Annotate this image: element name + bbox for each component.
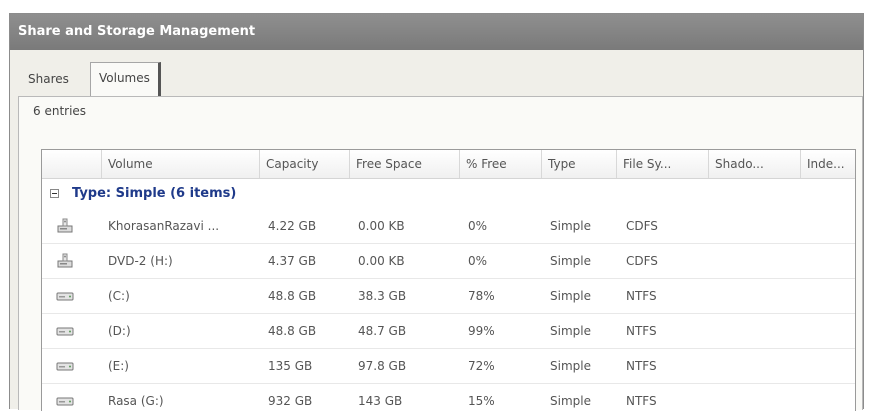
cell-free-space: 0.00 KB	[358, 219, 405, 233]
column-header-percent-free[interactable]: % Free	[460, 150, 542, 178]
group-label: Type: Simple (6 items)	[72, 186, 237, 201]
cell-type: Simple	[550, 254, 591, 268]
cell-type: Simple	[550, 359, 591, 373]
collapse-toggle-icon[interactable]	[50, 189, 59, 198]
share-storage-window: Share and Storage Management Shares Volu…	[9, 13, 864, 411]
table-row[interactable]: (E:) 135 GB 97.8 GB 72% Simple NTFS	[42, 349, 855, 384]
table-row[interactable]: Rasa (G:) 932 GB 143 GB 15% Simple NTFS	[42, 384, 855, 411]
column-header-indexing[interactable]: Inde...	[801, 150, 855, 178]
tab-shares[interactable]: Shares	[22, 66, 75, 94]
cell-capacity: 135 GB	[268, 359, 313, 373]
cell-capacity: 4.37 GB	[268, 254, 317, 268]
cell-file-system: NTFS	[626, 324, 657, 338]
volumes-panel: 6 entries Volume Capacity Free Space % F…	[18, 96, 863, 411]
cell-percent-free: 0%	[468, 254, 488, 268]
list-header: Volume Capacity Free Space % Free Type F…	[42, 150, 855, 179]
cell-capacity: 48.8 GB	[268, 324, 317, 338]
cell-volume: Rasa (G:)	[108, 394, 164, 408]
table-row[interactable]: (D:) 48.8 GB 48.7 GB 99% Simple NTFS	[42, 314, 855, 349]
cell-type: Simple	[550, 394, 591, 408]
cell-free-space: 143 GB	[358, 394, 403, 408]
table-row[interactable]: KhorasanRazavi ... 4.22 GB 0.00 KB 0% Simple…	[42, 209, 855, 244]
cell-type: Simple	[550, 289, 591, 303]
cell-volume: (C:)	[108, 289, 130, 303]
cell-file-system: NTFS	[626, 289, 657, 303]
column-header-shadow-copies[interactable]: Shado...	[709, 150, 801, 178]
cell-free-space: 0.00 KB	[358, 254, 405, 268]
hard-drive-icon	[56, 358, 74, 374]
cell-capacity: 4.22 GB	[268, 219, 317, 233]
cell-type: Simple	[550, 324, 591, 338]
table-row[interactable]: (C:) 48.8 GB 38.3 GB 78% Simple NTFS	[42, 279, 855, 314]
cell-volume: DVD-2 (H:)	[108, 254, 173, 268]
column-header-capacity[interactable]: Capacity	[260, 150, 350, 178]
cell-free-space: 97.8 GB	[358, 359, 407, 373]
cell-capacity: 48.8 GB	[268, 289, 317, 303]
cell-percent-free: 0%	[468, 219, 488, 233]
cell-file-system: NTFS	[626, 359, 657, 373]
cdrom-drive-icon	[56, 253, 74, 269]
cell-type: Simple	[550, 219, 591, 233]
hard-drive-icon	[56, 393, 74, 409]
cell-percent-free: 72%	[468, 359, 495, 373]
table-row[interactable]: DVD-2 (H:) 4.37 GB 0.00 KB 0% Simple CDFS	[42, 244, 855, 279]
cell-file-system: CDFS	[626, 254, 658, 268]
column-header-volume[interactable]: Volume	[102, 150, 260, 178]
cell-free-space: 48.7 GB	[358, 324, 407, 338]
hard-drive-icon	[56, 288, 74, 304]
cell-file-system: CDFS	[626, 219, 658, 233]
cell-percent-free: 15%	[468, 394, 495, 408]
hard-drive-icon	[56, 323, 74, 339]
cell-volume: (D:)	[108, 324, 131, 338]
window-title: Share and Storage Management	[10, 14, 863, 50]
cell-percent-free: 78%	[468, 289, 495, 303]
column-header-icon[interactable]	[42, 150, 102, 178]
volumes-list: Volume Capacity Free Space % Free Type F…	[41, 149, 856, 411]
group-header[interactable]: Type: Simple (6 items)	[42, 179, 855, 209]
cell-capacity: 932 GB	[268, 394, 313, 408]
cell-volume: KhorasanRazavi ...	[108, 219, 220, 233]
column-header-free-space[interactable]: Free Space	[350, 150, 460, 178]
tab-volumes[interactable]: Volumes	[90, 62, 161, 96]
cell-file-system: NTFS	[626, 394, 657, 408]
cell-percent-free: 99%	[468, 324, 495, 338]
entries-count: 6 entries	[33, 104, 87, 118]
cell-volume: (E:)	[108, 359, 129, 373]
cell-free-space: 38.3 GB	[358, 289, 407, 303]
column-header-file-system[interactable]: File Sy...	[617, 150, 709, 178]
cdrom-drive-icon	[56, 218, 74, 234]
column-header-type[interactable]: Type	[542, 150, 617, 178]
